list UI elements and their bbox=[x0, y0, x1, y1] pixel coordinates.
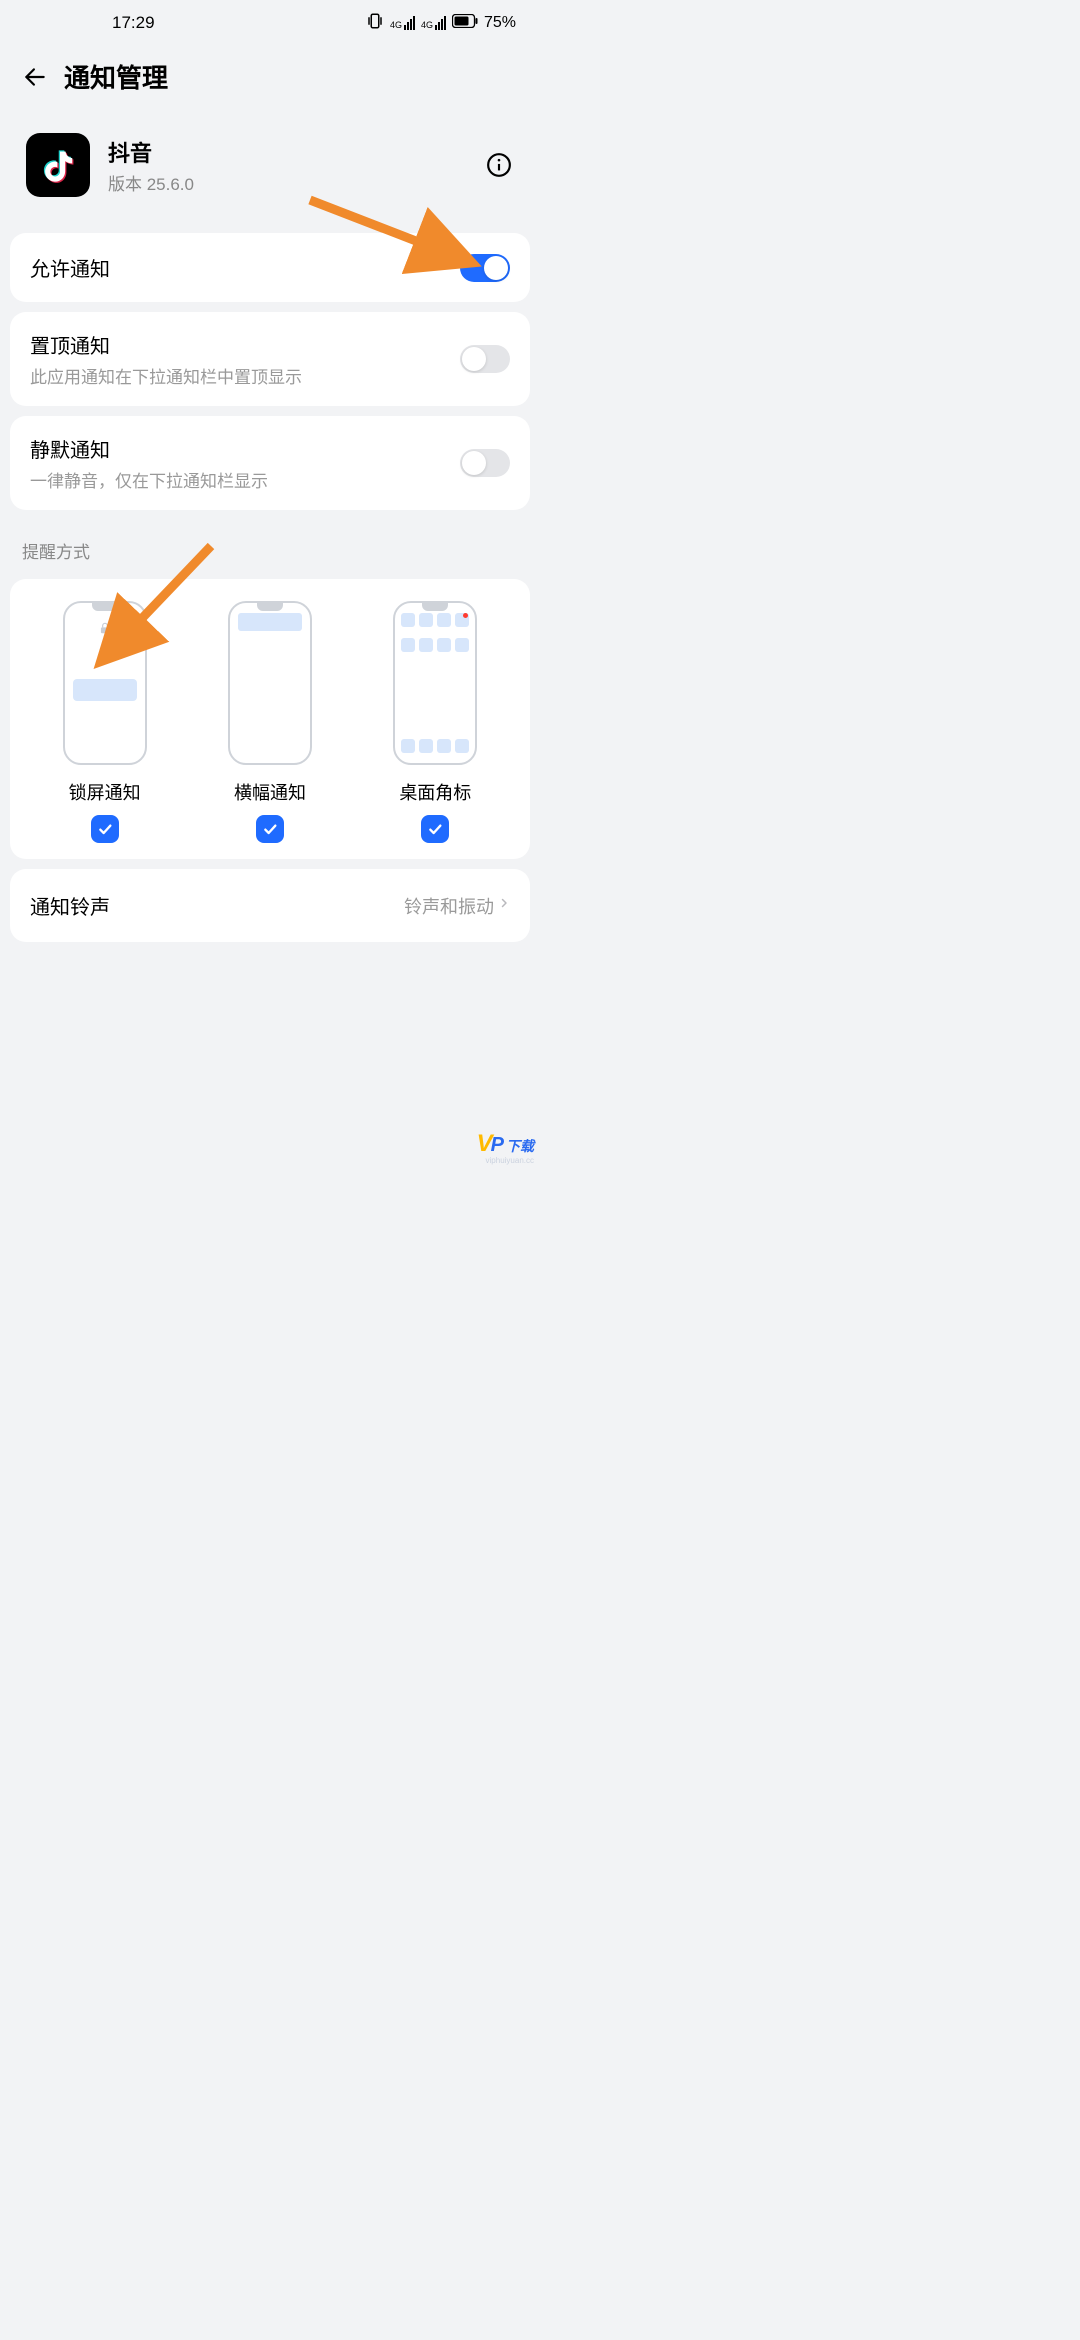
pin-notification-row[interactable]: 置顶通知 此应用通知在下拉通知栏中置顶显示 bbox=[10, 312, 530, 406]
battery-percent: 75% bbox=[484, 14, 516, 32]
ringtone-card: 通知铃声 铃声和振动 bbox=[10, 869, 530, 942]
reminder-option-label: 桌面角标 bbox=[399, 779, 471, 805]
signal-1-icon: 4G bbox=[390, 16, 415, 30]
chevron-right-icon bbox=[498, 894, 510, 917]
page-title: 通知管理 bbox=[64, 58, 168, 95]
battery-icon bbox=[452, 14, 478, 32]
vibrate-icon bbox=[366, 12, 384, 34]
silent-notification-label: 静默通知 bbox=[30, 434, 110, 463]
pin-notification-card: 置顶通知 此应用通知在下拉通知栏中置顶显示 bbox=[10, 312, 530, 406]
app-icon bbox=[26, 133, 90, 197]
page-header: 通知管理 bbox=[0, 46, 540, 115]
badge-illustration bbox=[393, 601, 477, 765]
allow-notification-row[interactable]: 允许通知 bbox=[10, 233, 530, 302]
silent-notification-card: 静默通知 一律静音，仅在下拉通知栏显示 bbox=[10, 416, 530, 510]
status-bar: 17:29 4G 4G 75% bbox=[0, 0, 540, 46]
app-name-label: 抖音 bbox=[108, 136, 484, 168]
ringtone-value: 铃声和振动 bbox=[404, 893, 494, 919]
reminder-option-banner[interactable]: 横幅通知 bbox=[193, 601, 347, 843]
app-info-block: 抖音 版本 25.6.0 bbox=[0, 115, 540, 223]
back-button[interactable] bbox=[20, 62, 50, 92]
allow-notification-toggle[interactable] bbox=[460, 254, 510, 282]
reminder-section-label: 提醒方式 bbox=[0, 520, 540, 569]
watermark: V P 下载 viphuiyuan.cc bbox=[424, 1130, 534, 1164]
silent-notification-row[interactable]: 静默通知 一律静音，仅在下拉通知栏显示 bbox=[10, 416, 530, 510]
reminder-option-checkbox[interactable] bbox=[421, 815, 449, 843]
app-version-label: 版本 25.6.0 bbox=[108, 170, 484, 195]
app-info-button[interactable] bbox=[484, 150, 514, 180]
reminder-option-label: 锁屏通知 bbox=[69, 779, 141, 805]
reminder-option-checkbox[interactable] bbox=[91, 815, 119, 843]
allow-notification-card: 允许通知 bbox=[10, 233, 530, 302]
banner-illustration bbox=[228, 601, 312, 765]
status-time: 17:29 bbox=[112, 13, 155, 33]
signal-2-icon: 4G bbox=[421, 16, 446, 30]
ringtone-label: 通知铃声 bbox=[30, 891, 110, 920]
lock-icon bbox=[98, 621, 112, 640]
reminder-option-label: 横幅通知 bbox=[234, 779, 306, 805]
reminder-option-checkbox[interactable] bbox=[256, 815, 284, 843]
allow-notification-label: 允许通知 bbox=[30, 253, 110, 282]
pin-notification-sub: 此应用通知在下拉通知栏中置顶显示 bbox=[30, 363, 372, 388]
pin-notification-toggle[interactable] bbox=[460, 345, 510, 373]
silent-notification-toggle[interactable] bbox=[460, 449, 510, 477]
pin-notification-label: 置顶通知 bbox=[30, 330, 110, 359]
reminder-option-lockscreen[interactable]: 锁屏通知 bbox=[28, 601, 182, 843]
silent-notification-sub: 一律静音，仅在下拉通知栏显示 bbox=[30, 467, 338, 492]
reminder-style-card: 锁屏通知 横幅通知 bbox=[10, 579, 530, 859]
lockscreen-illustration bbox=[63, 601, 147, 765]
reminder-option-badge[interactable]: 桌面角标 bbox=[358, 601, 512, 843]
ringtone-row[interactable]: 通知铃声 铃声和振动 bbox=[10, 869, 530, 942]
